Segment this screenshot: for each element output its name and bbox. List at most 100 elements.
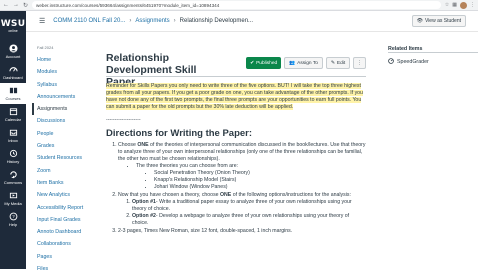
option1-text: - Write a traditional paper essay to ana…: [132, 199, 352, 212]
history-icon: [9, 149, 18, 158]
view-as-student-label: View as Student: [424, 18, 461, 24]
browser-toolbar: ← → ↻ weber.instructure.com/courses/5936…: [0, 0, 478, 11]
options-list: Option #1- Write a traditional paper ess…: [118, 199, 366, 227]
speedgrader-link[interactable]: SpeedGrader: [388, 53, 478, 66]
list-item: The three theories you can choose from a…: [136, 163, 366, 191]
course-nav-pages[interactable]: Pages: [37, 251, 102, 263]
wsu-logo[interactable]: WSU online: [0, 11, 26, 41]
view-as-student-button[interactable]: 👁 View as Student: [411, 15, 466, 27]
assignment-actions: ✔ Published 👥 Assign To ✎ Edit ⋮: [246, 40, 366, 69]
step1-pre: Choose: [118, 142, 138, 148]
logo-subtext: online: [8, 29, 18, 33]
global-nav-label: Calendar: [4, 117, 22, 122]
assign-to-label: Assign To: [297, 60, 318, 66]
course-nav-annoto-dashboard[interactable]: Annoto Dashboard: [37, 226, 102, 238]
list-item: Knapp's Relationship Model (Stairs): [154, 177, 366, 184]
breadcrumb-separator-icon: ›: [173, 18, 176, 24]
dashboard-icon: [8, 65, 18, 74]
breadcrumb-header: ☰ COMM 2110 ONL Fall 20... › Assignments…: [26, 11, 478, 32]
course-nav-new-analytics[interactable]: New Analytics: [37, 189, 102, 201]
global-nav-help[interactable]: ? Help: [0, 209, 26, 230]
course-nav-student-resources[interactable]: Student Resources: [37, 152, 102, 164]
assignment-description: Reminder for Skills Papers you only need…: [106, 77, 366, 235]
theory-intro: The three theories you can choose from a…: [136, 163, 239, 169]
course-nav-grades[interactable]: Grades: [37, 140, 102, 152]
published-button[interactable]: ✔ Published: [246, 57, 282, 69]
account-icon: [8, 44, 18, 53]
speedgrader-label: SpeedGrader: [397, 59, 429, 65]
courses-icon: [9, 86, 18, 95]
course-nav-input-final-grades[interactable]: Input Final Grades: [37, 214, 102, 226]
list-item: 2-3 pages, Times New Roman, size 12 font…: [118, 228, 366, 235]
course-nav-files[interactable]: Files: [37, 263, 102, 275]
separator-dashes: --------------------: [106, 117, 141, 123]
course-nav-people[interactable]: People: [37, 128, 102, 140]
student-view-icon: 👁: [416, 18, 423, 24]
global-nav-account[interactable]: Account: [0, 41, 26, 62]
global-nav-history[interactable]: History: [0, 146, 26, 167]
pencil-icon: ✎: [330, 60, 335, 66]
calendar-icon: [9, 107, 18, 116]
inbox-icon: [9, 128, 18, 137]
speedgrader-icon: [388, 58, 394, 66]
reload-icon[interactable]: ↻: [23, 2, 28, 9]
published-label: Published: [256, 60, 278, 66]
course-nav-discussions[interactable]: Discussions: [37, 115, 102, 127]
theories-list: Social Penetration Theory (Onion Theory)…: [136, 170, 366, 191]
global-nav-my-media[interactable]: My Media: [0, 188, 26, 209]
list-item: Option #1- Write a traditional paper ess…: [132, 199, 366, 213]
address-text: weber.instructure.com/courses/593664/ass…: [36, 2, 220, 8]
address-bar[interactable]: weber.instructure.com/courses/593664/ass…: [32, 1, 441, 9]
assignment-content: Relationship Development Skill Paper ✔ P…: [106, 40, 366, 269]
global-nav-commons[interactable]: Commons: [0, 167, 26, 188]
menu-icon[interactable]: ⋮: [470, 2, 475, 9]
forward-icon[interactable]: →: [13, 2, 19, 8]
star-icon[interactable]: ☆: [445, 2, 449, 9]
global-nav-dashboard[interactable]: Dashboard: [0, 62, 26, 83]
hamburger-icon[interactable]: ☰: [39, 17, 45, 25]
breadcrumb-separator-icon: ›: [129, 18, 132, 24]
directions-heading: Directions for Writing the Paper:: [106, 128, 253, 139]
course-nav-announcements[interactable]: Announcements: [37, 91, 102, 103]
reminder-paragraph: Reminder for Skills Papers you only need…: [106, 83, 366, 111]
profile-avatar[interactable]: [460, 1, 467, 9]
global-nav-calendar[interactable]: Calendar: [0, 104, 26, 125]
kebab-icon: ⋮: [357, 60, 362, 66]
global-nav-label: My Media: [4, 201, 22, 206]
step1-post: of the theories of interpersonal communi…: [118, 142, 366, 162]
course-nav-home[interactable]: Home: [37, 54, 102, 66]
logo-text: WSU: [0, 19, 26, 29]
breadcrumb-assignments[interactable]: Assignments: [135, 18, 169, 24]
course-nav-modules[interactable]: Modules: [37, 66, 102, 78]
course-term: Fall 2024: [37, 45, 54, 50]
assignment-title-row: Relationship Development Skill Paper ✔ P…: [106, 40, 366, 88]
list-item: Choose ONE of the theories of interperso…: [118, 142, 366, 191]
back-icon[interactable]: ←: [3, 2, 9, 8]
course-nav-collaborations[interactable]: Collaborations: [37, 238, 102, 250]
extensions-icon[interactable]: ▦: [452, 2, 457, 9]
list-item: Social Penetration Theory (Onion Theory): [154, 170, 366, 177]
course-nav-assignments[interactable]: Assignments: [32, 103, 102, 116]
option2-text: - Develop a webpage to analyze three of …: [132, 213, 350, 226]
breadcrumb-current: Relationship Developmen...: [179, 18, 254, 24]
step1-bold: ONE: [137, 142, 149, 148]
more-options-button[interactable]: ⋮: [353, 57, 366, 69]
list-item: Johari Window (Window Panes): [154, 184, 366, 191]
assign-to-button[interactable]: 👥 Assign To: [284, 57, 323, 69]
commons-icon: [9, 170, 18, 179]
global-nav-label: Inbox: [8, 138, 18, 143]
course-nav-syllabus[interactable]: Syllabus: [37, 79, 102, 91]
edit-button[interactable]: ✎ Edit: [325, 57, 351, 69]
step2-pre: Now that you have chosen a theory, choos…: [118, 192, 220, 198]
global-nav-courses[interactable]: Courses: [0, 83, 26, 104]
check-icon: ✔: [250, 60, 255, 66]
step2-post: of the following options/instructions fo…: [231, 192, 351, 198]
course-nav-zoom[interactable]: Zoom: [37, 165, 102, 177]
list-item: Now that you have chosen a theory, choos…: [118, 192, 366, 227]
list-item: Option #2- Develop a webpage to analyze …: [132, 213, 366, 227]
course-nav-item-banks[interactable]: Item Banks: [37, 177, 102, 189]
breadcrumb-course[interactable]: COMM 2110 ONL Fall 20...: [53, 18, 125, 24]
global-nav-inbox[interactable]: Inbox: [0, 125, 26, 146]
edit-label: Edit: [336, 60, 346, 66]
course-nav-accessibility-report[interactable]: Accessibility Report: [37, 202, 102, 214]
